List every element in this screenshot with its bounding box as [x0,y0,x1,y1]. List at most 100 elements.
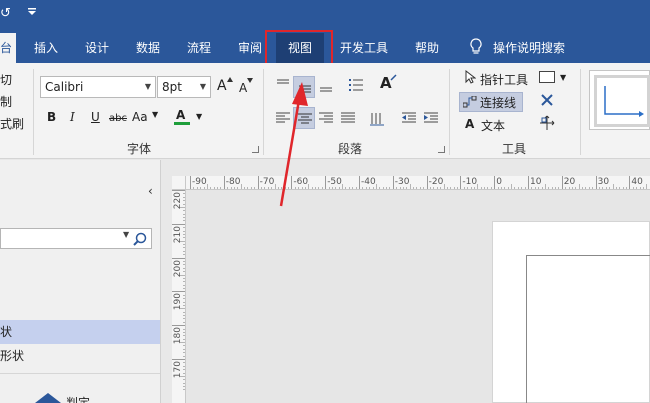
connector-tool-label: 连接线 [480,96,517,110]
grow-font-button[interactable]: A [217,78,227,94]
chevron-down-icon[interactable]: ▼ [196,109,202,125]
shrink-font-button[interactable]: A [239,80,247,96]
underline-button[interactable]: U [91,109,100,125]
tab-design[interactable]: 设计 [85,33,109,63]
rectangle-shape-button[interactable] [539,71,555,83]
ruler-minor-tick [183,277,185,279]
ruler-minor-tick [183,352,185,354]
connector-tool-button[interactable]: 连接线 [459,92,523,112]
ruler-tick-label: 190 [173,293,183,311]
decision-shape-icon[interactable] [34,392,62,403]
tab-developer[interactable]: 开发工具 [340,33,388,63]
change-case-button[interactable]: Aa [132,109,148,125]
group-separator [263,69,264,155]
ruler-tick-label: -30 [394,177,410,187]
align-bottom-button[interactable] [315,76,337,98]
ruler-minor-tick [622,187,624,189]
ruler-minor-tick [240,184,242,189]
tell-me-search[interactable]: 操作说明搜索 [493,33,565,63]
close-icon[interactable] [541,94,553,106]
ruler-minor-tick [217,187,219,189]
bold-button[interactable]: B [47,109,56,125]
paragraph-dialog-launcher[interactable] [438,146,445,153]
ruler-minor-tick [480,187,482,189]
tab-insert[interactable]: 插入 [34,33,58,63]
ruler-minor-tick [183,338,185,340]
tab-start[interactable]: 台 [0,33,16,63]
ruler-minor-tick [402,187,404,189]
search-icon[interactable] [133,232,147,246]
caret-up-icon [227,77,233,82]
ruler-tick-label: 220 [173,192,183,210]
align-right-button[interactable] [315,107,337,129]
ruler-minor-tick [484,187,486,189]
ruler-minor-tick [183,244,185,246]
text-tool-icon: A [465,117,475,131]
shapes-search-input[interactable]: ▼ [0,228,152,249]
font-color-button[interactable]: A [176,107,185,123]
ruler-tick [172,257,185,259]
ruler-tick [190,176,191,189]
ruler-minor-tick [423,187,425,189]
text-direction-button[interactable] [366,107,388,129]
increase-indent-button[interactable] [420,107,442,129]
ruler-minor-tick [342,184,344,189]
vertical-ruler[interactable]: 220 210 200 190 180 170 [172,190,186,403]
ruler-tick [325,176,327,189]
tab-review[interactable]: 审阅 [238,33,262,63]
font-name-combo[interactable]: Calibri ▼ [40,76,156,98]
align-left-button[interactable] [272,107,294,129]
ruler-tick-label: 0 [496,177,502,187]
ruler-tick [460,176,462,189]
clipboard-format-painter[interactable]: 式刷 [0,115,24,132]
align-top-icon [277,79,289,84]
ruler-minor-tick [453,187,455,189]
collapse-pane-button[interactable]: ‹ [148,184,153,198]
undo-icon[interactable]: ↺ [0,4,11,24]
ruler-minor-tick [277,187,279,189]
gallery-thumbnail[interactable] [594,75,650,127]
ruler-minor-tick [399,187,401,189]
strikethrough-button[interactable]: abc [109,111,127,127]
tab-process[interactable]: 流程 [187,33,211,63]
align-center-button[interactable] [293,107,315,129]
chevron-down-icon[interactable]: ▼ [123,230,129,239]
bullets-button[interactable] [345,73,367,95]
ruler-minor-tick [203,187,205,189]
chevron-down-icon[interactable]: ▼ [152,107,158,123]
ruler-minor-tick [318,187,320,189]
clipboard-cut[interactable]: 切 [0,71,12,88]
shape-style-gallery[interactable] [589,70,650,130]
font-size-combo[interactable]: 8pt ▼ [157,76,211,98]
justify-button[interactable] [337,107,359,129]
ruler-minor-tick [413,187,415,189]
tab-data[interactable]: 数据 [136,33,160,63]
stencil-item[interactable]: 形状 [0,344,160,368]
ruler-minor-tick [507,187,509,189]
horizontal-ruler[interactable]: -90 -80 -70 -60 -50 -40 -30 -20 -10 0 10 20 30 40 [186,176,650,190]
quick-access-customize-icon[interactable] [28,4,36,24]
ruler-minor-tick [585,187,587,189]
decrease-indent-button[interactable] [398,107,420,129]
connection-point-icon[interactable] [539,115,555,131]
ruler-minor-tick [582,187,584,189]
tab-help[interactable]: 帮助 [415,33,439,63]
ruler-tick [257,176,259,189]
pointer-tool-button[interactable]: 指针工具 [480,71,528,88]
align-middle-button[interactable] [293,76,315,98]
ruler-tick-label: 200 [173,259,183,277]
ruler-minor-tick [281,187,283,189]
chevron-down-icon[interactable]: ▼ [560,70,566,86]
align-top-button[interactable] [272,73,294,95]
text-tool-button[interactable]: 文本 [481,117,505,134]
ruler-minor-tick [183,264,185,266]
ruler-tick-label: 210 [173,225,183,243]
clipboard-copy[interactable]: 制 [0,93,12,110]
ruler-minor-tick [183,288,185,290]
italic-button[interactable]: I [70,109,75,125]
ruler-minor-tick [193,187,195,189]
ruler-minor-tick [183,247,185,249]
stencil-item[interactable]: 状 [0,320,160,344]
font-dialog-launcher[interactable] [252,146,259,153]
ruler-minor-tick [206,184,208,189]
